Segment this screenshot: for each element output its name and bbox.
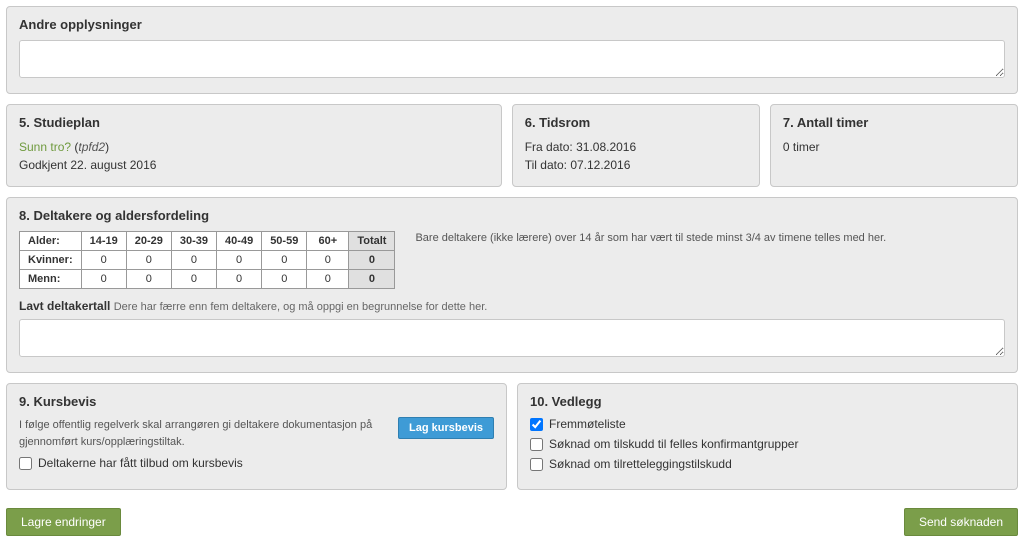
panel-deltakere: 8. Deltakere og aldersfordeling Alder: 1… xyxy=(6,197,1018,373)
panel-kursbevis: 9. Kursbevis I følge offentlig regelverk… xyxy=(6,383,507,490)
tidsrom-til-value: 07.12.2016 xyxy=(570,158,630,172)
deltakere-hint: Bare deltakere (ikke lærere) over 14 år … xyxy=(415,231,1005,246)
menn-60plus: 0 xyxy=(307,270,349,289)
kvinner-40-49: 0 xyxy=(217,251,262,270)
lavt-desc: Dere har færre enn fem deltakere, og må … xyxy=(114,301,488,313)
tidsrom-til-label: Til dato: xyxy=(525,158,567,172)
menn-40-49: 0 xyxy=(217,270,262,289)
kursbevis-title: 9. Kursbevis xyxy=(19,394,494,409)
kvinner-60plus: 0 xyxy=(307,251,349,270)
vedlegg-checkbox-1[interactable] xyxy=(530,438,543,451)
menn-total: 0 xyxy=(349,270,395,289)
vedlegg-label-0: Fremmøteliste xyxy=(549,417,626,431)
studieplan-code: tpfd2 xyxy=(78,140,105,154)
menn-50-59: 0 xyxy=(262,270,307,289)
th-40-49: 40-49 xyxy=(217,232,262,251)
lavt-label-wrap: Lavt deltakertall Dere har færre enn fem… xyxy=(19,299,1005,313)
vedlegg-row-2: Søknad om tilretteleggingstilskudd xyxy=(530,457,1005,471)
vedlegg-title: 10. Vedlegg xyxy=(530,394,1005,409)
th-totalt: Totalt xyxy=(349,232,395,251)
panel-studieplan: 5. Studieplan Sunn tro? (tpfd2) Godkjent… xyxy=(6,104,502,187)
kursbevis-checkbox[interactable] xyxy=(19,457,32,470)
age-table: Alder: 14-19 20-29 30-39 40-49 50-59 60+… xyxy=(19,231,395,289)
th-50-59: 50-59 xyxy=(262,232,307,251)
th-30-39: 30-39 xyxy=(171,232,216,251)
th-60plus: 60+ xyxy=(307,232,349,251)
tidsrom-body: Fra dato: 31.08.2016 Til dato: 07.12.201… xyxy=(525,138,747,174)
andre-title: Andre opplysninger xyxy=(19,17,1005,32)
lag-kursbevis-button[interactable]: Lag kursbevis xyxy=(398,417,494,439)
th-20-29: 20-29 xyxy=(126,232,171,251)
kvinner-50-59: 0 xyxy=(262,251,307,270)
th-14-19: 14-19 xyxy=(81,232,126,251)
footer-buttons: Lagre endringer Send søknaden xyxy=(6,508,1018,536)
lavt-textarea[interactable] xyxy=(19,319,1005,357)
kvinner-label: Kvinner: xyxy=(20,251,82,270)
kursbevis-check-row: Deltakerne har fått tilbud om kursbevis xyxy=(19,456,494,470)
studieplan-title: 5. Studieplan xyxy=(19,115,489,130)
vedlegg-row-1: Søknad om tilskudd til felles konfirmant… xyxy=(530,437,1005,451)
th-alder: Alder: xyxy=(20,232,82,251)
deltakere-title: 8. Deltakere og aldersfordeling xyxy=(19,208,1005,223)
menn-20-29: 0 xyxy=(126,270,171,289)
vedlegg-row-0: Fremmøteliste xyxy=(530,417,1005,431)
panel-andre-opplysninger: Andre opplysninger xyxy=(6,6,1018,94)
panel-tidsrom: 6. Tidsrom Fra dato: 31.08.2016 Til dato… xyxy=(512,104,760,187)
tidsrom-title: 6. Tidsrom xyxy=(525,115,747,130)
vedlegg-label-1: Søknad om tilskudd til felles konfirmant… xyxy=(549,437,798,451)
vedlegg-label-2: Søknad om tilretteleggingstilskudd xyxy=(549,457,732,471)
studieplan-approved: Godkjent 22. august 2016 xyxy=(19,158,156,172)
row-9-10: 9. Kursbevis I følge offentlig regelverk… xyxy=(6,383,1018,490)
antall-timer-title: 7. Antall timer xyxy=(783,115,1005,130)
tidsrom-fra-label: Fra dato: xyxy=(525,140,573,154)
panel-antall-timer: 7. Antall timer 0 timer xyxy=(770,104,1018,187)
kursbevis-check-label: Deltakerne har fått tilbud om kursbevis xyxy=(38,456,243,470)
save-button[interactable]: Lagre endringer xyxy=(6,508,121,536)
kvinner-20-29: 0 xyxy=(126,251,171,270)
kursbevis-text: I følge offentlig regelverk skal arrangø… xyxy=(19,417,383,450)
send-button[interactable]: Send søknaden xyxy=(904,508,1018,536)
menn-label: Menn: xyxy=(20,270,82,289)
kvinner-30-39: 0 xyxy=(171,251,216,270)
antall-timer-value: 0 timer xyxy=(783,138,1005,156)
andre-textarea[interactable] xyxy=(19,40,1005,78)
menn-14-19: 0 xyxy=(81,270,126,289)
kvinner-total: 0 xyxy=(349,251,395,270)
studieplan-body: Sunn tro? (tpfd2) Godkjent 22. august 20… xyxy=(19,138,489,174)
vedlegg-checkbox-0[interactable] xyxy=(530,418,543,431)
kvinner-14-19: 0 xyxy=(81,251,126,270)
row-5-6-7: 5. Studieplan Sunn tro? (tpfd2) Godkjent… xyxy=(6,104,1018,187)
row-menn: Menn: 0 0 0 0 0 0 0 xyxy=(20,270,395,289)
studieplan-link[interactable]: Sunn tro? xyxy=(19,140,71,154)
vedlegg-checkbox-2[interactable] xyxy=(530,458,543,471)
tidsrom-fra-value: 31.08.2016 xyxy=(576,140,636,154)
menn-30-39: 0 xyxy=(171,270,216,289)
panel-vedlegg: 10. Vedlegg Fremmøteliste Søknad om tils… xyxy=(517,383,1018,490)
row-kvinner: Kvinner: 0 0 0 0 0 0 0 xyxy=(20,251,395,270)
lavt-label: Lavt deltakertall xyxy=(19,299,110,313)
